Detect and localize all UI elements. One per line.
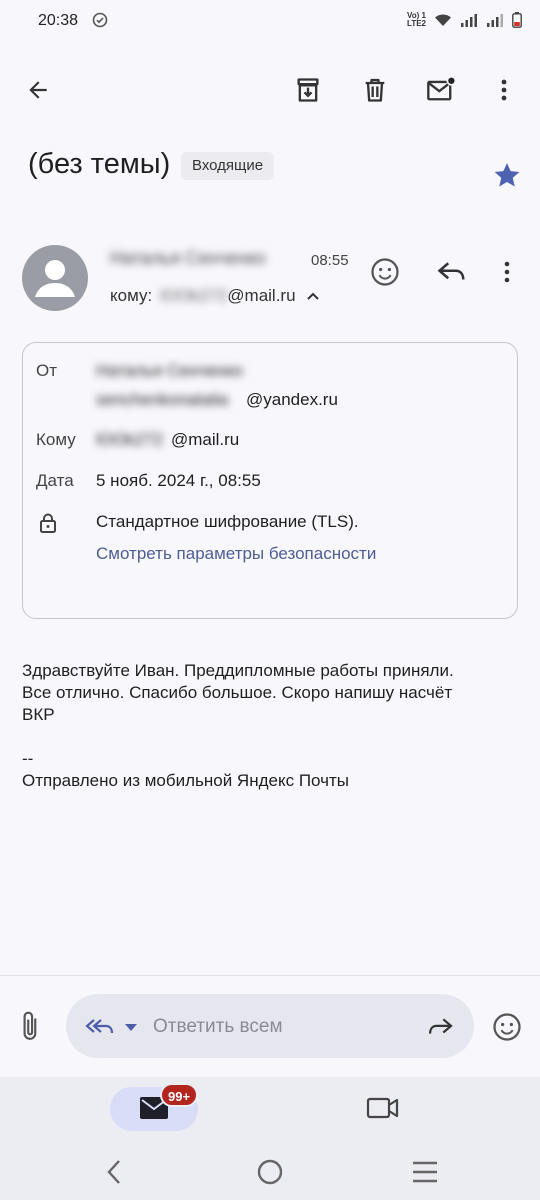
sender-avatar[interactable] — [22, 245, 88, 311]
mark-unread-button[interactable] — [421, 70, 461, 110]
star-button[interactable] — [492, 160, 522, 195]
status-icons: Vo) 1 LTE2 — [407, 12, 522, 28]
recipient-domain: @mail.ru — [227, 286, 296, 305]
email-subject: (без темы) — [28, 148, 171, 180]
signal-icon — [461, 14, 477, 27]
compose-divider — [0, 975, 540, 976]
inbox-label-chip[interactable]: Входящие — [181, 152, 275, 180]
from-label: От — [36, 361, 58, 380]
wifi-icon — [435, 14, 451, 26]
date-label: Дата — [36, 471, 74, 490]
volte-indicator: Vo) 1 LTE2 — [407, 11, 426, 28]
reply-icon — [437, 262, 465, 280]
nav-meet-tab[interactable] — [366, 1094, 400, 1127]
signature-separator: -- — [22, 749, 34, 768]
status-time: 20:38 — [38, 12, 79, 29]
mail-unread-icon — [427, 76, 456, 101]
more-options-button[interactable] — [484, 70, 524, 110]
reply-all-icon[interactable] — [84, 1015, 116, 1039]
date-value: 5 нояб. 2024 г., 08:55 — [96, 471, 261, 490]
reply-button[interactable] — [437, 259, 467, 290]
person-icon — [35, 260, 75, 297]
star-icon — [494, 163, 520, 187]
unread-badge: 99+ — [160, 1083, 199, 1107]
to-label: Кому — [36, 430, 76, 449]
signature: Отправлено из мобильной Яндекс Почты — [22, 771, 349, 790]
emoji-icon[interactable] — [492, 1012, 522, 1042]
system-back-icon[interactable] — [104, 1158, 124, 1186]
body-line: Здравствуйте Иван. Преддипломные работы … — [22, 661, 454, 680]
body-line: Все отлично. Спасибо большое. Скоро напи… — [22, 683, 453, 702]
trash-icon — [365, 78, 385, 102]
more-vert-icon — [504, 261, 510, 283]
system-home-icon[interactable] — [256, 1158, 284, 1186]
recipient-hidden: lOOk272 — [160, 286, 228, 305]
from-domain: @yandex.ru — [246, 390, 338, 409]
sender-name: Наталья Сенченко — [110, 248, 266, 268]
delete-button[interactable] — [355, 70, 395, 110]
body-line: ВКР — [22, 705, 55, 724]
emoji-icon — [371, 258, 399, 286]
status-bar: 20:38 Vo) 1 LTE2 — [0, 0, 540, 48]
video-camera-icon — [366, 1097, 399, 1119]
back-button[interactable] — [18, 70, 58, 110]
encryption-text: Стандартное шифрование (TLS). — [96, 512, 359, 531]
lock-icon — [40, 513, 56, 533]
arrow-back-icon — [29, 81, 47, 99]
system-recents-icon[interactable] — [412, 1160, 438, 1184]
from-name: Наталья Сенченко — [96, 361, 244, 380]
from-user: senchenkonatalia — [96, 390, 229, 409]
more-vert-icon — [501, 79, 507, 101]
message-more-button[interactable] — [503, 259, 511, 290]
recipients-summary[interactable]: кому: lOOk272 @mail.ru — [110, 286, 320, 306]
chevron-down-icon[interactable] — [124, 1022, 138, 1032]
forward-icon[interactable] — [426, 1016, 454, 1038]
to-domain: @mail.ru — [171, 430, 240, 449]
react-emoji-button[interactable] — [370, 257, 400, 292]
security-details-link[interactable]: Смотреть параметры безопасности — [96, 544, 376, 564]
email-time: 08:55 — [311, 252, 349, 269]
attach-button[interactable] — [18, 1010, 44, 1047]
archive-button[interactable] — [288, 70, 328, 110]
chevron-up-icon — [306, 292, 319, 300]
archive-icon — [297, 78, 319, 102]
sync-check-icon — [92, 12, 108, 28]
battery-icon — [512, 12, 522, 28]
email-body: Здравствуйте Иван. Преддипломные работы … — [22, 660, 522, 792]
to-user: lOOk272 — [96, 430, 164, 449]
reply-placeholder[interactable]: Ответить всем — [153, 1016, 283, 1038]
paperclip-icon — [23, 1011, 37, 1040]
to-prefix: кому: — [110, 286, 153, 305]
signal-icon-2 — [487, 14, 503, 27]
